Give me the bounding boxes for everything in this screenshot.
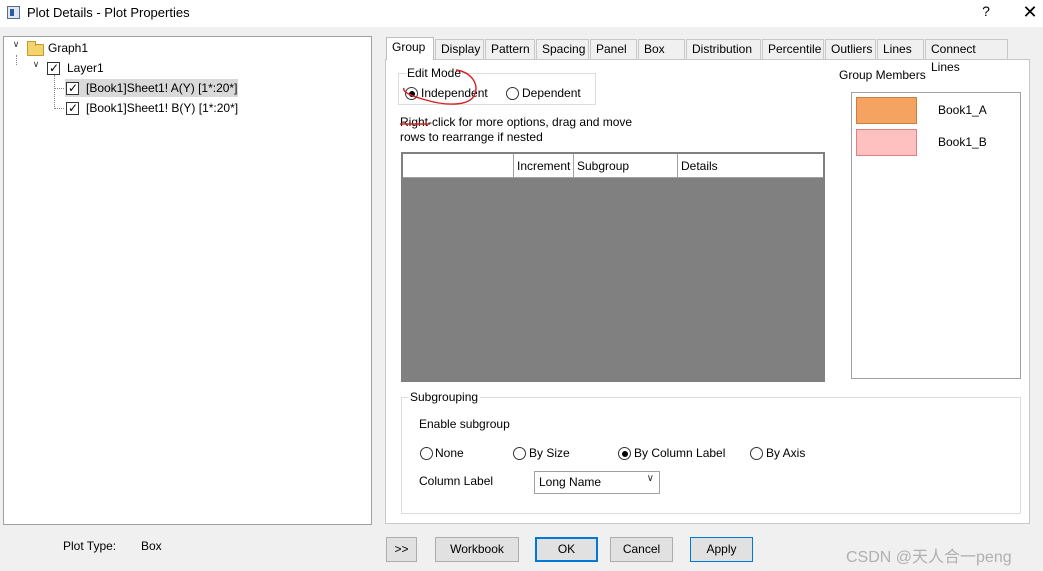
plot-tree[interactable]: ∨ Graph1 ∨ Layer1 [Book1]Sheet1! A(Y) [1… — [3, 36, 372, 525]
subgrouping-label: Subgrouping — [408, 390, 481, 404]
tab-group[interactable]: Group — [386, 37, 434, 60]
table-header-blank[interactable] — [403, 154, 513, 178]
tab-outliers[interactable]: Outliers — [825, 39, 876, 59]
chevron-down-icon: ∨ — [646, 473, 654, 484]
group-members-label: Group Members — [839, 68, 926, 82]
subgroup-size-radio[interactable] — [513, 447, 526, 460]
ok-button[interactable]: OK — [535, 537, 598, 562]
apply-button[interactable]: Apply — [690, 537, 753, 562]
tab-percentile[interactable]: Percentile — [762, 39, 824, 59]
subgroup-column-label-label[interactable]: By Column Label — [634, 446, 725, 460]
subgroup-axis-radio[interactable] — [750, 447, 763, 460]
member-swatch-b[interactable] — [856, 129, 917, 156]
plot-type-value: Box — [141, 539, 162, 553]
tab-pattern[interactable]: Pattern — [485, 39, 535, 59]
subgroup-none-label[interactable]: None — [435, 446, 464, 460]
tree-item-layer[interactable]: Layer1 — [67, 59, 104, 77]
subgroup-size-label[interactable]: By Size — [529, 446, 570, 460]
dependent-radio[interactable] — [506, 87, 519, 100]
independent-radio[interactable] — [405, 87, 418, 100]
tab-lines[interactable]: Lines — [877, 39, 924, 59]
watermark: CSDN @天人合一peng — [846, 549, 1012, 566]
edit-mode-label: Edit Mode — [406, 66, 463, 80]
tab-display[interactable]: Display — [435, 39, 484, 59]
help-button[interactable]: ? — [976, 3, 996, 23]
tab-connect-lines[interactable]: Connect Lines — [925, 39, 1008, 74]
app-icon — [7, 6, 20, 19]
plot-type-label: Plot Type: — [63, 539, 117, 553]
subgroup-none-radio[interactable] — [420, 447, 433, 460]
table-header-details[interactable]: Details — [677, 154, 823, 178]
member-name-a[interactable]: Book1_A — [938, 103, 987, 117]
window-title: Plot Details - Plot Properties — [27, 5, 190, 20]
close-button[interactable]: ✕ — [1020, 2, 1040, 22]
workbook-button[interactable]: Workbook — [435, 537, 519, 562]
enable-subgroup-label: Enable subgroup — [419, 417, 510, 431]
member-swatch-a[interactable] — [856, 97, 917, 124]
table-header: Increment Subgroup Details — [403, 154, 823, 178]
group-table[interactable]: Increment Subgroup Details — [401, 152, 825, 382]
chevron-down-icon[interactable]: ∨ — [30, 59, 42, 77]
table-header-subgroup[interactable]: Subgroup — [573, 154, 677, 178]
subgroup-column-label-radio[interactable] — [618, 447, 631, 460]
member-name-b[interactable]: Book1_B — [938, 135, 987, 149]
group-members-list[interactable]: Book1_A Book1_B — [851, 92, 1021, 379]
dependent-label[interactable]: Dependent — [522, 86, 581, 100]
tree-item-graph[interactable]: Graph1 — [48, 39, 88, 57]
tree-item-plot-a-label: [Book1]Sheet1! A(Y) [1*:20*] — [86, 81, 238, 95]
cancel-button[interactable]: Cancel — [610, 537, 673, 562]
column-label-label: Column Label — [419, 474, 494, 488]
column-label-select[interactable]: Long Name ∨ — [534, 471, 660, 494]
tab-distribution[interactable]: Distribution — [686, 39, 761, 59]
tab-spacing[interactable]: Spacing — [536, 39, 589, 59]
subgroup-axis-label[interactable]: By Axis — [766, 446, 805, 460]
folder-icon — [27, 41, 44, 56]
plot-a-checkbox[interactable] — [66, 80, 79, 96]
hint-text-line1: Right-click for more options, drag and m… — [400, 115, 633, 129]
layer-checkbox[interactable] — [47, 60, 60, 76]
hint-text-line2: rows to rearrange if nested — [400, 130, 543, 144]
table-header-increment[interactable]: Increment — [513, 154, 573, 178]
tab-panel[interactable]: Panel — [590, 39, 637, 59]
plot-b-checkbox[interactable] — [66, 100, 79, 116]
independent-label[interactable]: Independent — [421, 86, 488, 100]
column-label-value: Long Name — [539, 475, 602, 489]
tab-box[interactable]: Box — [638, 39, 685, 59]
expand-button[interactable]: >> — [386, 537, 417, 562]
tree-item-plot-b[interactable]: [Book1]Sheet1! B(Y) [1*:20*] — [86, 99, 238, 117]
